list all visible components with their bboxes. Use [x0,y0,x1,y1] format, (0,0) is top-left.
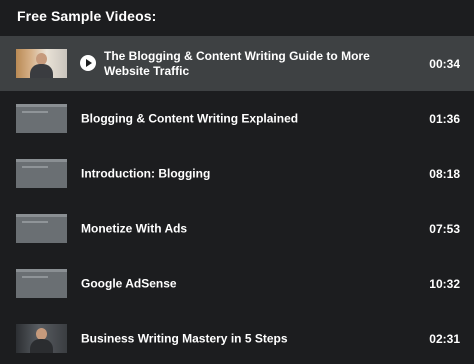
slide-text-line [22,166,48,168]
slide-text-line [22,111,48,113]
play-icon[interactable] [80,55,96,71]
video-item-4[interactable]: Monetize With Ads 07:53 [0,201,474,256]
video-title: Introduction: Blogging [81,166,211,180]
video-thumbnail [16,104,67,133]
video-title: Google AdSense [81,276,177,290]
panel-heading: Free Sample Videos: [17,8,157,24]
video-thumbnail [16,324,67,353]
slide-header [16,104,67,107]
video-title: The Blogging & Content Writing Guide to … [104,48,370,78]
video-duration: 08:18 [429,166,460,181]
video-duration: 07:53 [429,221,460,236]
video-title: Business Writing Mastery in 5 Steps [81,331,288,345]
video-item-1[interactable]: The Blogging & Content Writing Guide to … [0,36,474,91]
video-thumbnail [16,214,67,243]
free-sample-videos-panel: Free Sample Videos: The Blogging & Conte… [0,0,474,364]
video-thumbnail [16,269,67,298]
slide-header [16,214,67,217]
video-thumbnail [16,159,67,188]
video-item-5[interactable]: Google AdSense 10:32 [0,256,474,311]
video-duration: 00:34 [429,56,460,71]
presenter-body [30,339,53,353]
video-title: Monetize With Ads [81,221,188,235]
video-duration: 01:36 [429,111,460,126]
video-duration: 10:32 [429,276,460,291]
slide-text-line [22,276,48,278]
video-duration: 02:31 [429,331,460,346]
presenter-body [30,64,53,78]
video-title: Blogging & Content Writing Explained [81,111,299,125]
slide-header [16,159,67,162]
video-thumbnail [16,49,67,78]
video-item-3[interactable]: Introduction: Blogging 08:18 [0,146,474,201]
video-item-2[interactable]: Blogging & Content Writing Explained 01:… [0,91,474,146]
slide-text-line [22,221,48,223]
video-list: The Blogging & Content Writing Guide to … [0,36,474,364]
slide-header [16,269,67,272]
video-item-6[interactable]: Business Writing Mastery in 5 Steps 02:3… [0,311,474,364]
